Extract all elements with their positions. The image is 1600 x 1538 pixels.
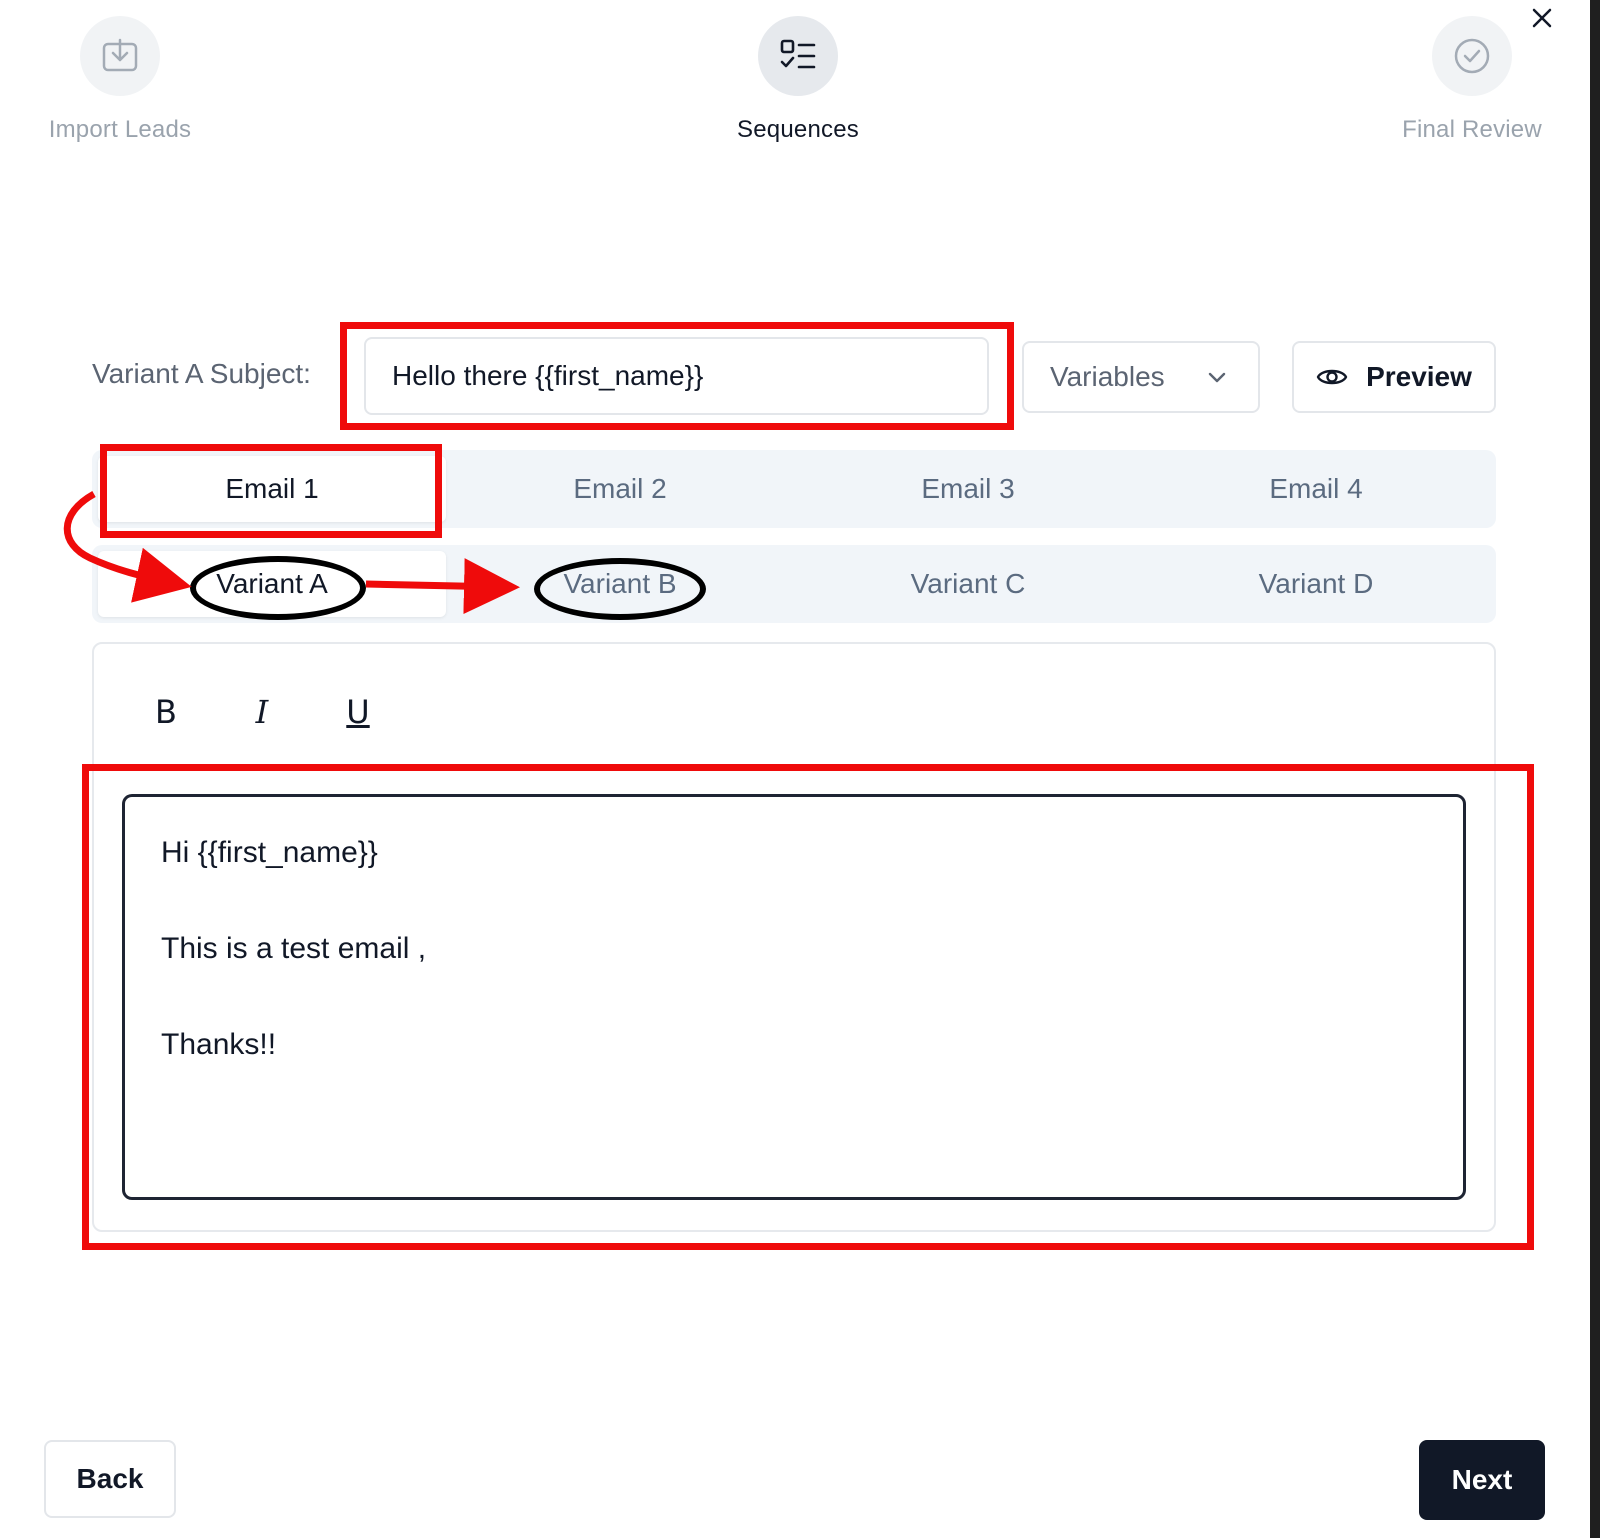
email-body-editor[interactable]: Hi {{first_name}} This is a test email ,… [122, 794, 1466, 1200]
tab-email-1[interactable]: Email 1 [98, 456, 446, 522]
chevron-down-icon [1208, 372, 1226, 383]
step-final-review[interactable]: Final Review [1372, 16, 1572, 144]
step-import-leads[interactable]: Import Leads [20, 16, 220, 144]
variables-dropdown[interactable]: Variables [1022, 341, 1260, 413]
sequences-icon [780, 39, 816, 69]
tab-variant-a[interactable]: Variant A [98, 551, 446, 617]
subject-label: Variant A Subject: [92, 358, 311, 389]
email-line: Thanks!! [161, 1028, 277, 1061]
step-sequences[interactable]: Sequences [698, 16, 898, 144]
check-circle-icon [1454, 38, 1490, 74]
email-line: Hi {{first_name}} [161, 836, 378, 869]
preview-button[interactable]: Preview [1292, 341, 1496, 413]
step-label: Sequences [737, 116, 859, 143]
next-button[interactable]: Next [1419, 1440, 1545, 1520]
tab-email-3[interactable]: Email 3 [794, 456, 1142, 522]
email-line: This is a test email , [161, 932, 427, 965]
bold-button[interactable]: B [144, 690, 188, 734]
window-edge [1590, 0, 1600, 1538]
import-icon [102, 38, 138, 72]
step-circle [758, 16, 838, 96]
tab-variant-b[interactable]: Variant B [446, 551, 794, 617]
back-button[interactable]: Back [44, 1440, 176, 1518]
tab-variant-d[interactable]: Variant D [1142, 551, 1490, 617]
variant-tab-bar: Variant A Variant B Variant C Variant D [92, 545, 1496, 623]
step-circle [1432, 16, 1512, 96]
step-label: Final Review [1402, 116, 1542, 143]
underline-button[interactable]: U [336, 690, 380, 734]
tab-email-4[interactable]: Email 4 [1142, 456, 1490, 522]
italic-button[interactable]: I [240, 690, 284, 734]
subject-input[interactable]: Hello there {{first_name}} [364, 337, 989, 415]
tab-email-2[interactable]: Email 2 [446, 456, 794, 522]
eye-icon [1316, 369, 1348, 385]
preview-label: Preview [1366, 361, 1472, 392]
variables-label: Variables [1050, 361, 1165, 392]
tab-variant-c[interactable]: Variant C [794, 551, 1142, 617]
email-tab-bar: Email 1 Email 2 Email 3 Email 4 [92, 450, 1496, 528]
step-circle [80, 16, 160, 96]
step-label: Import Leads [48, 116, 192, 143]
